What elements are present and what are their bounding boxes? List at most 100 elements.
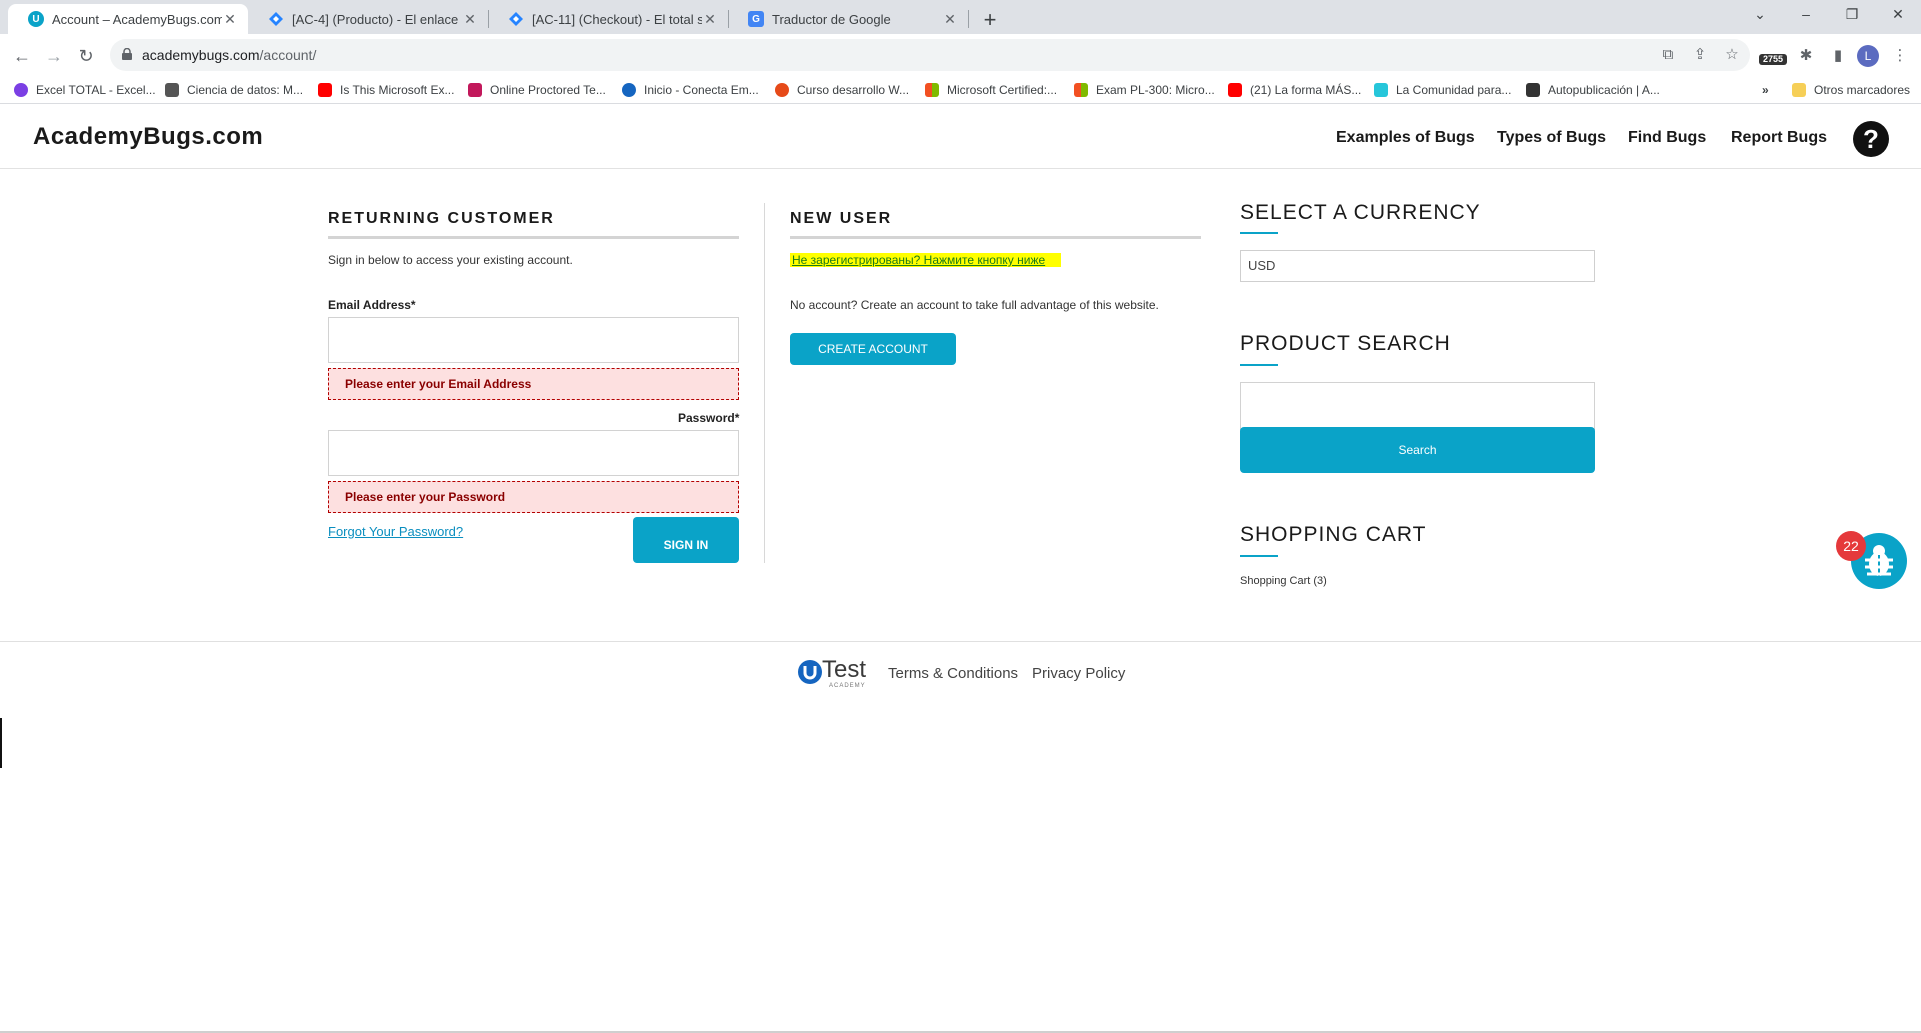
bookmark-item[interactable]: Online Proctored Te... — [468, 81, 606, 99]
russian-register-link[interactable]: Не зарегистрированы? Нажмите кнопку ниже — [790, 253, 1062, 267]
utest-academy-logo[interactable]: Test ACADEMY — [795, 655, 870, 691]
bookmark-label: Inicio - Conecta Em... — [644, 83, 759, 97]
translate-page-icon[interactable]: ⧉ — [1658, 45, 1678, 65]
sign-in-button[interactable]: SIGN IN — [633, 517, 739, 563]
password-field[interactable] — [328, 430, 739, 476]
nav-find-bugs[interactable]: Find Bugs — [1628, 129, 1706, 147]
bookmark-label: Exam PL-300: Micro... — [1096, 83, 1215, 97]
product-search-input[interactable] — [1240, 382, 1595, 430]
url-text[interactable]: academybugs.com/account/ — [142, 47, 316, 63]
product-search-title: PRODUCT SEARCH — [1240, 332, 1451, 355]
bookmark-item[interactable]: La Comunidad para... — [1374, 81, 1511, 99]
shopping-cart-title: SHOPPING CART — [1240, 523, 1427, 546]
new-user-text: No account? Create an account to take fu… — [790, 298, 1159, 312]
email-error-message: Please enter your Email Address — [328, 368, 739, 400]
footer-logo-text: Test — [822, 656, 867, 683]
microsoft-icon — [1074, 83, 1088, 97]
tab-title: Account – AcademyBugs.com — [52, 11, 222, 27]
url-path: /account/ — [259, 47, 317, 63]
search-button[interactable]: Search — [1240, 427, 1595, 473]
restore-icon[interactable]: ❐ — [1829, 0, 1875, 30]
bookmark-item[interactable]: Is This Microsoft Ex... — [318, 81, 454, 99]
tab-ac11[interactable]: [AC-11] (Checkout) - El total sum ✕ — [488, 4, 728, 34]
privacy-policy-link[interactable]: Privacy Policy — [1032, 665, 1125, 682]
forward-arrow-icon[interactable]: → — [40, 42, 68, 70]
close-icon[interactable]: ✕ — [942, 11, 958, 28]
nav-examples-of-bugs[interactable]: Examples of Bugs — [1336, 129, 1475, 147]
help-question-icon[interactable]: ? — [1853, 121, 1889, 157]
side-panel-icon[interactable]: ▮ — [1827, 45, 1849, 67]
extension-badge-icon[interactable]: 2755 — [1759, 45, 1787, 67]
returning-intro: Sign in below to access your existing ac… — [328, 253, 573, 267]
extensions-puzzle-icon[interactable]: ✱ — [1795, 45, 1817, 67]
star-bookmark-icon[interactable]: ☆ — [1722, 45, 1742, 65]
currency-title: SELECT A CURRENCY — [1240, 201, 1481, 224]
bookmark-favicon-icon — [14, 83, 28, 97]
profile-avatar[interactable]: L — [1857, 45, 1879, 67]
close-icon[interactable]: ✕ — [702, 11, 718, 28]
back-arrow-icon[interactable]: ← — [8, 42, 36, 70]
address-bar[interactable]: academybugs.com/account/ ⧉ ⇪ ☆ — [110, 39, 1750, 71]
bookmark-item[interactable]: (21) La forma MÁS... — [1228, 81, 1361, 99]
footer-logo-subtext: ACADEMY — [829, 683, 866, 689]
terms-conditions-link[interactable]: Terms & Conditions — [888, 665, 1018, 682]
lock-icon — [122, 48, 132, 60]
close-icon[interactable]: ✕ — [462, 11, 478, 28]
bookmark-item[interactable]: Curso desarrollo W... — [775, 81, 909, 99]
browser-tab-strip: U Account – AcademyBugs.com ✕ [AC-4] (Pr… — [0, 0, 1921, 34]
bookmark-item[interactable]: Ciencia de datos: M... — [165, 81, 303, 99]
minimize-icon[interactable]: – — [1783, 0, 1829, 30]
translate-icon: G — [748, 11, 764, 27]
title-underline — [1240, 232, 1278, 234]
jira-icon — [268, 11, 284, 27]
more-bookmarks-button[interactable]: » — [1762, 81, 1769, 99]
bookmark-label: La Comunidad para... — [1396, 83, 1512, 97]
bookmark-label: Ciencia de datos: M... — [187, 83, 304, 97]
jira-icon — [508, 11, 524, 27]
bookmark-favicon-icon — [165, 83, 179, 97]
close-icon[interactable]: ✕ — [222, 11, 238, 28]
bookmark-item[interactable]: Exam PL-300: Micro... — [1074, 81, 1215, 99]
nav-types-of-bugs[interactable]: Types of Bugs — [1497, 129, 1606, 147]
site-logo[interactable]: AcademyBugs.com — [33, 123, 263, 151]
currency-select[interactable]: USD — [1240, 250, 1595, 282]
email-label: Email Address* — [328, 298, 416, 312]
tab-search-icon[interactable]: ⌄ — [1737, 0, 1783, 30]
tab-account[interactable]: U Account – AcademyBugs.com ✕ — [8, 4, 248, 34]
other-bookmarks-folder[interactable]: Otros marcadores — [1792, 81, 1910, 99]
bookmark-favicon-icon — [622, 83, 636, 97]
bookmark-label: Microsoft Certified:... — [947, 83, 1058, 97]
shopping-cart-link[interactable]: Shopping Cart — [1240, 575, 1310, 587]
browser-toolbar: ← → ↻ academybugs.com/account/ ⧉ ⇪ ☆ 275… — [0, 34, 1921, 76]
forgot-password-link[interactable]: Forgot Your Password? — [328, 524, 463, 539]
new-tab-button[interactable]: + — [976, 6, 1004, 34]
menu-kebab-icon[interactable]: ⋮ — [1889, 45, 1911, 67]
bookmark-item[interactable]: Excel TOTAL - Excel... — [14, 81, 156, 99]
tab-translate[interactable]: G Traductor de Google ✕ — [728, 4, 968, 34]
page-edge-marker — [0, 718, 2, 768]
bookmark-item[interactable]: Microsoft Certified:... — [925, 81, 1057, 99]
bookmark-favicon-icon — [468, 83, 482, 97]
title-underline — [1240, 364, 1278, 366]
returning-customer-title: RETURNING CUSTOMER — [328, 210, 555, 227]
bookmark-item[interactable]: Autopublicación | A... — [1526, 81, 1660, 99]
microsoft-icon — [925, 83, 939, 97]
bookmarks-bar: Excel TOTAL - Excel... Ciencia de datos:… — [0, 76, 1921, 104]
email-field[interactable] — [328, 317, 739, 363]
tab-ac4[interactable]: [AC-4] (Producto) - El enlace de T ✕ — [248, 4, 488, 34]
shopping-cart-summary: Shopping Cart (3) — [1240, 575, 1327, 587]
tab-title: [AC-11] (Checkout) - El total sum — [532, 11, 702, 27]
nav-report-bugs[interactable]: Report Bugs — [1731, 129, 1827, 147]
bookmark-label: Autopublicación | A... — [1548, 83, 1660, 97]
footer-divider — [0, 641, 1921, 642]
url-host: academybugs.com — [142, 47, 260, 63]
password-error-message: Please enter your Password — [328, 481, 739, 513]
create-account-button[interactable]: CREATE ACCOUNT — [790, 333, 956, 365]
shopping-cart-count: (3) — [1313, 575, 1327, 587]
reload-icon[interactable]: ↻ — [72, 42, 100, 70]
share-icon[interactable]: ⇪ — [1690, 45, 1710, 65]
utest-u-icon — [798, 660, 822, 684]
window-close-icon[interactable]: ✕ — [1875, 0, 1921, 30]
bookmark-item[interactable]: Inicio - Conecta Em... — [622, 81, 759, 99]
bookmark-label: Is This Microsoft Ex... — [340, 83, 455, 97]
